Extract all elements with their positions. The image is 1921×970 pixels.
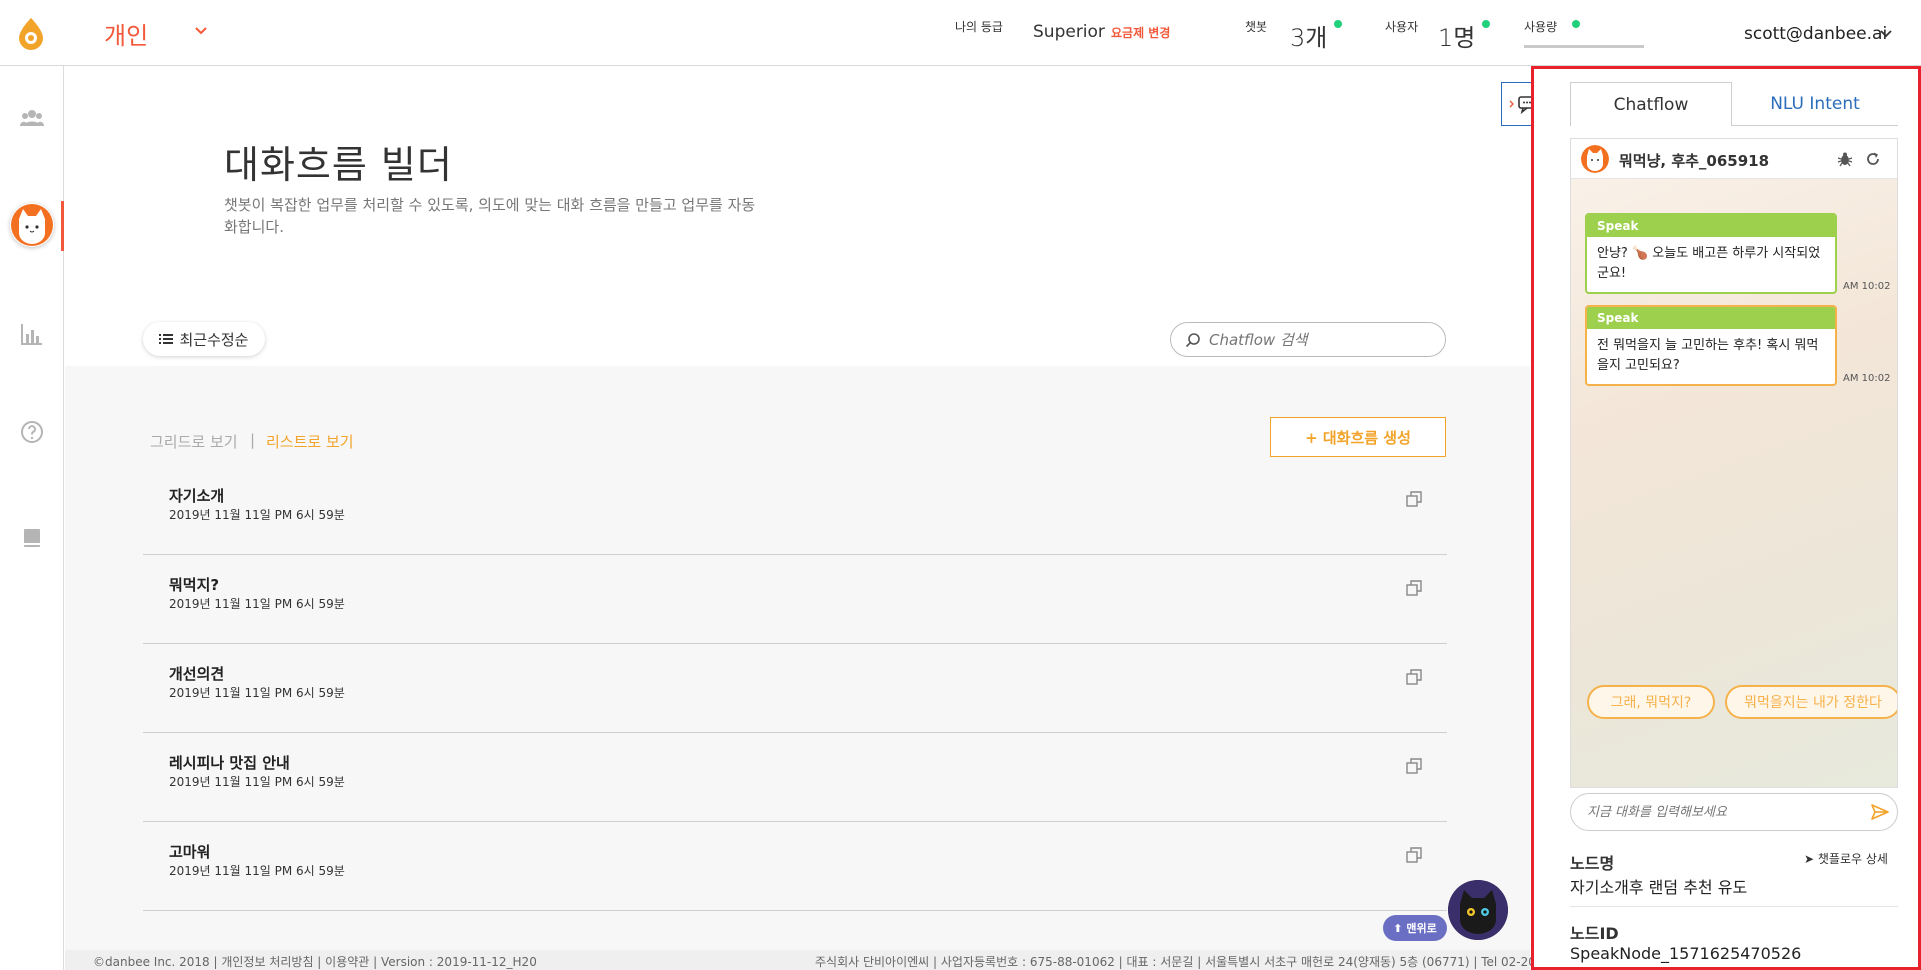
usage-bar [1524,45,1644,48]
node-name-label: 노드명 [1570,854,1615,873]
chat-input[interactable] [1587,804,1857,820]
bug-icon[interactable] [1837,151,1853,167]
refresh-icon[interactable] [1865,151,1881,167]
bot-avatar-icon [1581,145,1609,173]
sort-label: 최근수정순 [179,330,249,349]
chevron-down-icon[interactable] [194,26,208,36]
chatflow-title: 뭐먹지? [169,576,220,594]
chat-header: 뭐먹냥, 후추_065918 [1571,139,1897,179]
scroll-to-top-button[interactable]: ⬆ 맨위로 [1383,915,1447,941]
black-cat-icon [1448,880,1508,940]
page-description: 챗봇이 복잡한 업무를 처리할 수 있도록, 의도에 맞는 대화 흐름을 만들고… [224,196,756,236]
user-label: 사용자 [1385,20,1419,34]
chat-input-box[interactable] [1570,793,1898,831]
chatflow-date: 2019년 11월 11일 PM 6시 59분 [169,686,345,700]
node-name-value: 자기소개후 랜덤 추천 유도 [1570,878,1748,897]
bot-message: Speak 안냥? 🍗 오늘도 배고픈 하루가 시작되었군요! [1585,213,1837,294]
chatflow-date: 2019년 11월 11일 PM 6시 59분 [169,864,345,878]
copy-icon[interactable] [1405,757,1423,775]
chatflow-date: 2019년 11월 11일 PM 6시 59분 [169,775,345,789]
tab-chatflow[interactable]: Chatflow [1570,82,1732,126]
node-id-value: SpeakNode_1571625470526 [1570,944,1802,963]
view-separator: | [250,431,256,449]
top-bar: 개인 나의 등급 Superior 요금제 변경 챗봇 3개 사용자 1명 사용… [0,0,1921,66]
copy-icon[interactable] [1405,846,1423,864]
bot-name: 뭐먹냥, 후추_065918 [1619,152,1770,170]
usage-label: 사용량 [1524,20,1558,34]
message-time: AM 10:02 [1843,373,1891,384]
quick-reply-button[interactable]: 뭐먹을지는 내가 정한다 [1725,685,1897,719]
bot-message: Speak 전 뭐먹을지 늘 고민하는 후추! 혹시 뭐먹을지 고민되요? [1585,305,1837,386]
chatflow-row[interactable]: 개선의견 2019년 11월 11일 PM 6시 59분 [143,644,1447,733]
divider [1570,906,1898,907]
quick-reply-button[interactable]: 그래, 뭐먹지? [1587,685,1715,719]
workspace-selector[interactable]: 개인 [104,16,148,51]
list-icon [159,334,174,344]
copy-icon[interactable] [1405,579,1423,597]
node-id-label: 노드ID [1570,924,1619,943]
chatflow-row[interactable]: 뭐먹지? 2019년 11월 11일 PM 6시 59분 [143,555,1447,644]
grade-label: 나의 등급 [955,20,1003,34]
user-email[interactable]: scott@danbee.ai [1744,24,1887,44]
chatflow-detail-label: 챗플로우 상세 [1817,852,1888,866]
chatbot-status-dot [1334,20,1342,28]
chatflow-row[interactable]: 고마워 2019년 11월 11일 PM 6시 59분 [143,822,1447,911]
message-type: Speak [1587,215,1835,237]
users-icon[interactable] [20,106,44,130]
sort-button[interactable]: 최근수정순 [143,322,265,356]
chatflow-row[interactable]: 레시피나 맛집 안내 2019년 11월 11일 PM 6시 59분 [143,733,1447,822]
chatbot-label: 챗봇 [1245,20,1268,34]
footer-right-text: 주식회사 단비아이엔씨 | 사업자등록번호 : 675-88-01062 | 대… [815,955,1536,969]
user-count: 1명 [1438,24,1476,52]
bar-chart-icon[interactable] [20,322,44,346]
usage-status-dot [1572,20,1580,28]
plan-name: Superior [1033,22,1105,42]
footer: ©danbee Inc. 2018 | 개인정보 처리방침 | 이용약관 | V… [65,950,1536,970]
search-input[interactable] [1209,330,1429,349]
chatflow-detail-button[interactable]: ➤ 챗플로우 상세 [1804,850,1888,867]
message-type: Speak [1587,307,1835,329]
chevron-down-icon[interactable] [1880,30,1892,38]
chatflow-title: 개선의견 [169,665,225,683]
active-indicator [61,201,64,251]
user-status-dot [1482,20,1490,28]
tab-nlu-intent[interactable]: NLU Intent [1732,82,1898,126]
chatflow-title: 고마워 [169,843,211,861]
chatflow-row[interactable]: 자기소개 2019년 11월 11일 PM 6시 59분 [143,466,1447,555]
help-icon[interactable] [20,420,44,444]
chatflow-title: 레시피나 맛집 안내 [169,754,290,772]
chat-window: 뭐먹냥, 후추_065918 Speak 안냥? 🍗 오늘도 배고픈 하루가 시… [1570,138,1898,788]
message-time: AM 10:02 [1843,281,1891,292]
chatflow-title: 자기소개 [169,487,225,505]
search-icon [1185,332,1200,347]
left-sidebar [0,66,64,970]
message-text: 전 뭐먹을지 늘 고민하는 후추! 혹시 뭐먹을지 고민되요? [1597,338,1819,373]
navigate-icon: ➤ [1804,852,1818,866]
create-chatflow-button[interactable]: + 대화흐름 생성 [1270,417,1446,457]
chat-helper-avatar[interactable] [1448,880,1508,940]
change-plan-link[interactable]: 요금제 변경 [1111,24,1170,41]
list-view-toggle[interactable]: 리스트로 보기 [266,431,354,452]
danbee-logo-icon[interactable] [16,16,46,50]
page-title: 대화흐름 빌더 [224,143,453,187]
footer-left-text: ©danbee Inc. 2018 | 개인정보 처리방침 | 이용약관 | V… [93,955,537,969]
chatflow-date: 2019년 11월 11일 PM 6시 59분 [169,508,345,522]
send-icon[interactable] [1870,802,1890,822]
bot-avatar-icon[interactable] [10,203,54,247]
search-box[interactable] [1170,322,1446,357]
book-icon[interactable] [20,526,44,550]
copy-icon[interactable] [1405,490,1423,508]
grid-view-toggle[interactable]: 그리드로 보기 [150,431,238,452]
copy-icon[interactable] [1405,668,1423,686]
chatflow-date: 2019년 11월 11일 PM 6시 59분 [169,597,345,611]
message-text: 안냥? 🍗 오늘도 배고픈 하루가 시작되었군요! [1597,246,1821,281]
chatbot-count: 3개 [1290,24,1328,52]
